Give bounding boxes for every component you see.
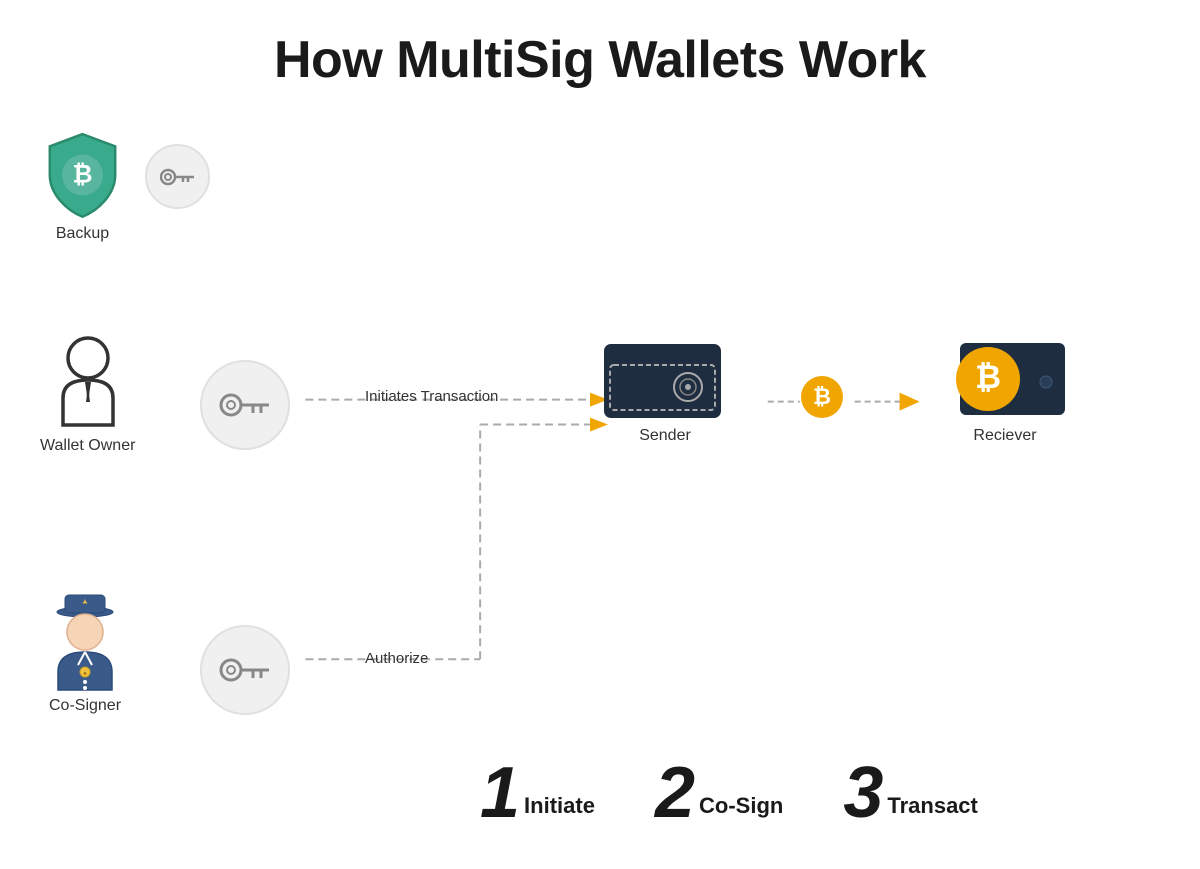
receiver-group: ₿ Reciever [940,335,1070,445]
receiver-wallet-icon: ₿ [940,335,1070,425]
cosigner-label: Co-Signer [49,697,121,715]
sender-group: Sender [600,335,730,445]
cosigner-key-circle [200,625,290,715]
backup-group: ₿ Backup [40,130,210,243]
key-icon-backup [160,167,196,187]
wallet-owner-icon [43,330,133,435]
step-1-number: 1 [480,757,520,829]
backup-label: Backup [56,225,109,243]
step-3-word: Transact [887,793,978,829]
main-content: ₿ Backup Wallet Owner [0,90,1200,849]
svg-text:₿: ₿ [975,359,1001,395]
step-1-word: Initiate [524,793,595,829]
bitcoin-shield-icon: ₿ Backup [40,130,125,243]
svg-text:₿: ₿ [73,161,93,188]
wallet-owner-key-circle [200,360,290,450]
svg-text:₿: ₿ [813,384,831,409]
receiver-label: Reciever [973,427,1036,445]
step-2: 2 Co-Sign [655,757,783,829]
authorize-label: Authorize [365,650,428,667]
wallet-owner-label: Wallet Owner [40,437,135,455]
step-2-word: Co-Sign [699,793,783,829]
wallet-owner-group: Wallet Owner [40,330,135,455]
sender-label: Sender [639,427,691,445]
step-1: 1 Initiate [480,757,595,829]
key-icon-owner [219,391,271,419]
cosigner-icon: ✦ [40,590,130,695]
initiates-label: Initiates Transaction [365,388,498,405]
bitcoin-circle-icon: ₿ [800,375,845,420]
shield-svg: ₿ [40,130,125,220]
svg-text:✦: ✦ [82,671,87,678]
steps-row: 1 Initiate 2 Co-Sign 3 Transact [480,757,978,829]
step-3-number: 3 [843,757,883,829]
bitcoin-transfer-icon: ₿ [800,375,845,425]
step-3: 3 Transact [843,757,978,829]
step-2-number: 2 [655,757,695,829]
sender-wallet-icon [600,335,730,425]
cosigner-group: ✦ Co-Signer [40,590,130,715]
page-title: How MultiSig Wallets Work [0,0,1200,90]
backup-key-circle [145,144,210,209]
key-icon-cosigner [219,656,271,684]
